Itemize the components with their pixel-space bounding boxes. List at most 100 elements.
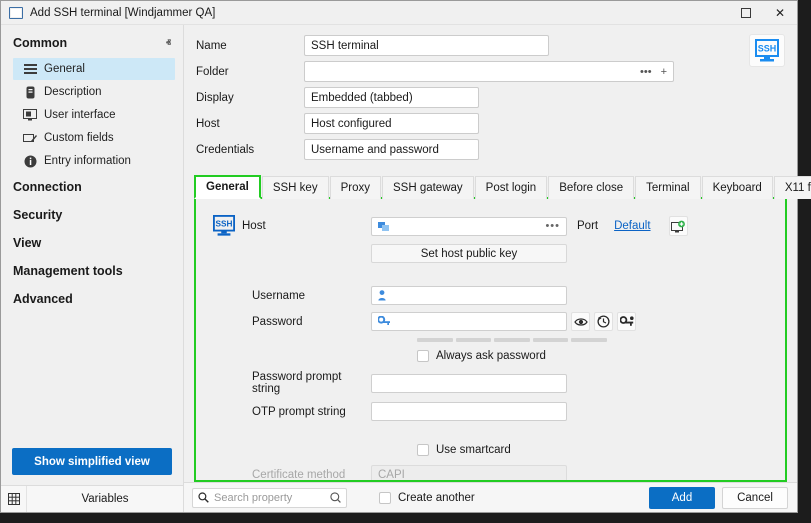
search-property-input[interactable]: Search property [192, 488, 347, 508]
sidebar-group-security[interactable]: Security ⱟ [1, 201, 183, 229]
svg-text:SSH: SSH [216, 219, 233, 228]
sidebar-group-view[interactable]: View ⱟ [1, 229, 183, 257]
tab-ssh-key[interactable]: SSH key [262, 176, 329, 199]
tab-label: SSH gateway [393, 182, 463, 194]
chevron-up-icon: ⱏ [166, 38, 171, 49]
display-label: Display [196, 92, 304, 104]
credentials-value: Username and password [311, 144, 439, 156]
folder-input[interactable] [304, 61, 674, 82]
sidebar-group-management-tools[interactable]: Management tools ⱟ [1, 257, 183, 285]
edit-field-icon [23, 131, 37, 145]
password-prompt-input[interactable] [371, 374, 567, 393]
host-ellipsis-icon[interactable]: ••• [545, 220, 560, 232]
tab-before-close[interactable]: Before close [548, 176, 634, 199]
create-another-row[interactable]: Create another [379, 492, 475, 504]
create-another-checkbox[interactable] [379, 492, 391, 504]
sidebar-item-general[interactable]: General [13, 58, 175, 80]
use-smartcard-row[interactable]: Use smartcard [417, 444, 771, 456]
grid-icon[interactable] [1, 486, 27, 512]
display-select[interactable]: Embedded (tabbed) ⱟ [304, 87, 479, 108]
sidebar-group-advanced[interactable]: Advanced ⱟ [1, 285, 183, 313]
window-controls: ✕ [729, 1, 797, 24]
username-input[interactable] [371, 286, 567, 305]
tab-post-login[interactable]: Post login [475, 176, 548, 199]
monitor-add-icon[interactable] [669, 216, 688, 236]
cancel-button[interactable]: Cancel [722, 487, 788, 509]
magnifier-icon[interactable] [330, 492, 341, 503]
sidebar-item-label: Entry information [44, 155, 131, 167]
port-default-link[interactable]: Default [614, 220, 650, 232]
tab-strip: General SSH key Proxy SSH gateway Post l… [194, 175, 787, 199]
sidebar-group-common[interactable]: Common ⱏ [1, 29, 183, 57]
tab-terminal[interactable]: Terminal [635, 176, 700, 199]
content-area: Name SSH terminal Folder ⱟ ••• + Display… [184, 25, 797, 512]
sidebar-item-custom-fields[interactable]: Custom fields [13, 127, 175, 149]
host-mode-select[interactable]: Host configured ⱟ [304, 113, 479, 134]
eye-icon[interactable] [571, 312, 590, 331]
credentials-select[interactable]: Username and password ⱟ [304, 139, 479, 160]
tab-container: General SSH key Proxy SSH gateway Post l… [194, 175, 787, 482]
tab-ssh-gateway[interactable]: SSH gateway [382, 176, 474, 199]
screenshot-root: Add SSH terminal [Windjammer QA] ✕ Commo… [0, 0, 811, 523]
always-ask-password-checkbox[interactable] [417, 350, 429, 362]
always-ask-password-row[interactable]: Always ask password [417, 350, 771, 362]
search-placeholder: Search property [214, 492, 292, 504]
sidebar-item-entry-information[interactable]: Entry information [13, 150, 175, 172]
plus-icon[interactable]: + [661, 66, 667, 78]
add-button[interactable]: Add [649, 487, 715, 509]
host-mode-value: Host configured [311, 118, 392, 130]
display-row: Display Embedded (tabbed) ⱟ [196, 87, 785, 108]
tab-label: Keyboard [713, 182, 762, 194]
always-ask-password-label: Always ask password [436, 350, 546, 362]
use-smartcard-checkbox[interactable] [417, 444, 429, 456]
host-label: Host [242, 220, 371, 232]
sidebar-group-label: Advanced [13, 292, 73, 306]
refresh-icon[interactable] [594, 312, 613, 331]
username-row: Username [206, 286, 771, 305]
sidebar-group-connection[interactable]: Connection ⱟ [1, 173, 183, 201]
general-panel-inner: SSH Host ••• Port Default Set host publi… [196, 199, 785, 482]
info-icon [23, 154, 37, 168]
sidebar-item-label: Custom fields [44, 132, 114, 144]
sidebar-item-user-interface[interactable]: User interface [13, 104, 175, 126]
name-input[interactable]: SSH terminal [304, 35, 549, 56]
show-simplified-view-button[interactable]: Show simplified view [12, 448, 172, 475]
top-form: Name SSH terminal Folder ⱟ ••• + Display… [184, 25, 797, 171]
otp-prompt-row: OTP prompt string [206, 402, 771, 421]
add-ssh-terminal-window: Add SSH terminal [Windjammer QA] ✕ Commo… [0, 0, 798, 513]
username-label: Username [206, 290, 371, 302]
tab-x11-forwarding[interactable]: X11 forwarding [774, 176, 811, 199]
certificate-method-value: CAPI [378, 469, 405, 481]
host-mode-label: Host [196, 118, 304, 130]
credentials-label: Credentials [196, 144, 304, 156]
set-host-public-key-button[interactable]: Set host public key [371, 244, 567, 263]
display-value: Embedded (tabbed) [311, 92, 413, 104]
strength-segment [533, 338, 569, 342]
certificate-method-row: Certificate method CAPI ⱟ [206, 465, 771, 482]
set-host-public-key-row: Set host public key [206, 244, 771, 263]
maximize-button[interactable] [729, 1, 763, 24]
ellipsis-icon[interactable]: ••• [640, 66, 652, 78]
key-settings-icon[interactable] [617, 312, 636, 331]
tab-general[interactable]: General [194, 175, 261, 199]
tab-keyboard[interactable]: Keyboard [702, 176, 773, 199]
password-input[interactable] [371, 312, 567, 331]
close-button[interactable]: ✕ [763, 1, 797, 24]
folder-row: Folder ⱟ ••• + [196, 61, 785, 82]
variables-button[interactable]: Variables [27, 486, 183, 512]
strength-segment [494, 338, 530, 342]
variables-bar: Variables [1, 485, 183, 512]
tab-proxy[interactable]: Proxy [330, 176, 381, 199]
footer-bar: Search property Create another Add Cance… [184, 482, 797, 512]
sidebar-scroll: Common ⱏ General Description User interf… [1, 29, 183, 440]
tab-label: Before close [559, 182, 623, 194]
otp-prompt-input[interactable] [371, 402, 567, 421]
host-input[interactable]: ••• [371, 217, 567, 236]
sidebar-group-label: View [13, 236, 41, 250]
tab-label: Post login [486, 182, 537, 194]
host-mode-row: Host Host configured ⱟ [196, 113, 785, 134]
list-icon [23, 62, 37, 76]
sidebar-item-description[interactable]: Description [13, 81, 175, 103]
sidebar-group-label: Common [13, 36, 67, 50]
ssh-window-icon [9, 7, 23, 19]
